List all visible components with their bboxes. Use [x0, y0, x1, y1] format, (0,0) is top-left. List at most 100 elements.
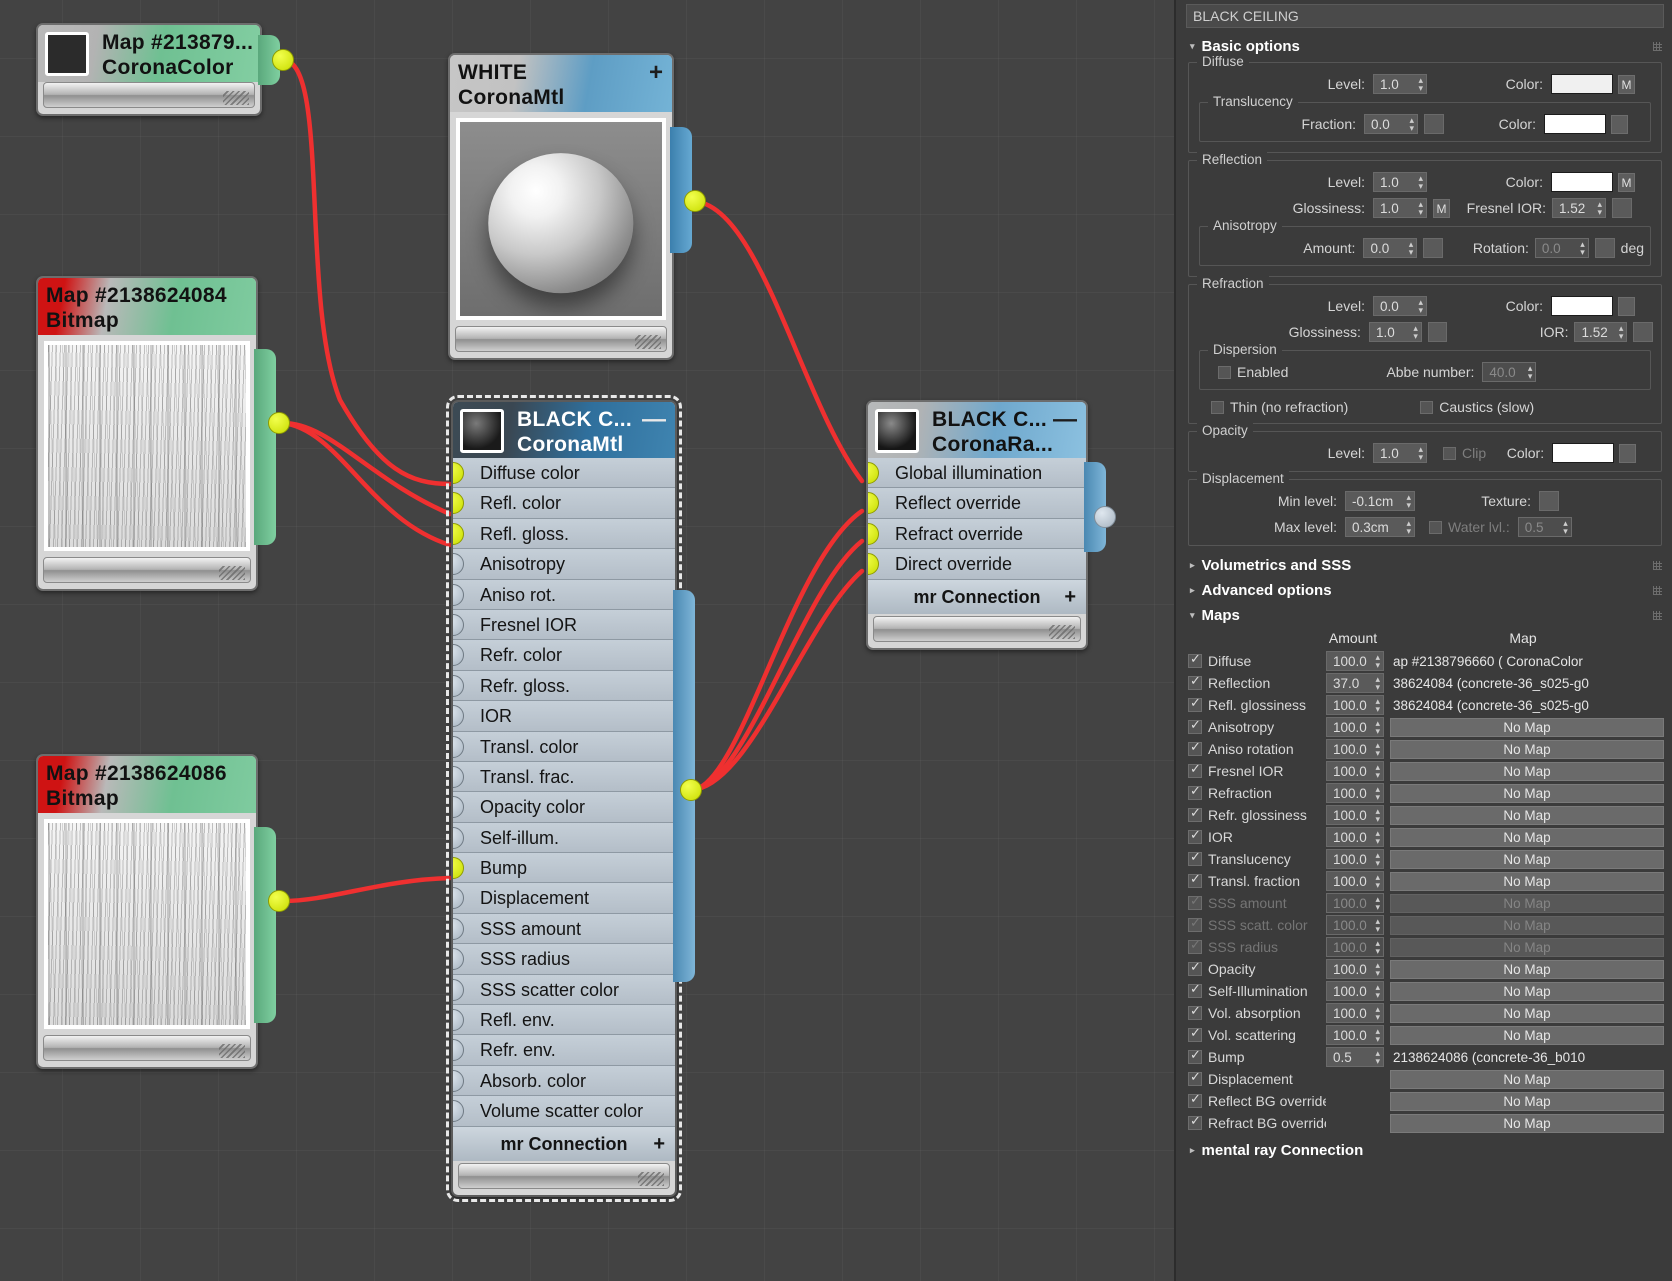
output-port-black-mtl[interactable] [680, 779, 702, 801]
diffuse-color-swatch[interactable] [1551, 74, 1613, 94]
checkbox-icon[interactable] [1211, 400, 1224, 414]
map-slot-button[interactable]: No Map [1390, 915, 1664, 935]
checkbox-icon[interactable] [1429, 520, 1442, 534]
map-amount-spinner[interactable]: 0.5 ▴ ▾ [1326, 1047, 1384, 1067]
opacity-map-button[interactable]: M [1619, 443, 1637, 463]
maps-row[interactable]: IOR 100.0 ▴▾ No Map [1188, 826, 1664, 848]
map-amount-spinner[interactable]: 100.0 ▴ ▾ [1326, 1025, 1384, 1045]
map-amount-cell[interactable]: 100.0 ▴ ▾ [1326, 893, 1384, 913]
port-row[interactable]: Transl. frac. [453, 761, 675, 793]
rollout-header[interactable]: ▸ Volumetrics and SSS [1186, 553, 1664, 578]
spinner-arrows-icon[interactable]: ▴ ▾ [1375, 763, 1380, 780]
checkbox-icon[interactable] [1420, 400, 1434, 414]
map-amount-cell[interactable]: 100.0 ▴ ▾ [1326, 1025, 1384, 1045]
spinner-arrows-icon[interactable]: ▴ ▾ [1375, 741, 1380, 758]
map-slot-button[interactable]: No Map [1390, 1113, 1664, 1133]
output-port-bitmap-b[interactable] [268, 890, 290, 912]
reflection-glossiness-spinner[interactable]: 1.0 ▴ ▾ [1373, 198, 1427, 218]
port-connector-empty[interactable] [453, 796, 464, 819]
spinner-arrows-icon[interactable]: ▴ ▾ [1418, 76, 1423, 93]
map-enable-checkbox[interactable] [1188, 805, 1202, 822]
spinner-arrows-icon[interactable]: ▴ ▾ [1375, 697, 1380, 714]
map-amount-cell[interactable]: 37.0 ▴ ▾ [1326, 673, 1384, 693]
map-enable-checkbox[interactable] [1188, 827, 1202, 844]
map-slot-button[interactable]: No Map [1390, 893, 1664, 913]
port-connector-empty[interactable] [453, 705, 464, 728]
port-row[interactable]: Self-illum. [453, 822, 675, 854]
spinner-arrows-icon[interactable]: ▴ ▾ [1418, 445, 1423, 462]
map-slot-button[interactable]: No Map [1390, 1091, 1664, 1111]
maps-row[interactable]: Refract BG override No Map [1188, 1112, 1664, 1134]
resize-grip-icon[interactable] [1049, 624, 1075, 639]
map-amount-spinner[interactable]: 100.0 ▴ ▾ [1326, 739, 1384, 759]
node-header[interactable]: BLACK C... CoronaRa... — [868, 402, 1086, 458]
spinner-arrows-icon[interactable]: ▴ ▾ [1375, 1049, 1380, 1066]
map-amount-cell[interactable]: 100.0 ▴ ▾ [1326, 761, 1384, 781]
translucency-color-swatch[interactable] [1544, 114, 1606, 134]
port-row[interactable]: Global illumination [868, 458, 1086, 489]
opacity-color-swatch[interactable] [1552, 443, 1615, 463]
map-slot-button[interactable]: No Map [1390, 981, 1664, 1001]
maps-row[interactable]: Self-Illumination 100.0 ▴▾ No Map [1188, 980, 1664, 1002]
port-row[interactable]: Refl. color [453, 488, 675, 519]
diffuse-map-button[interactable]: M [1618, 74, 1635, 94]
spinner-arrows-icon[interactable]: ▴ ▾ [1528, 364, 1533, 381]
port-row[interactable]: Refr. color [453, 640, 675, 671]
map-amount-cell[interactable]: 100.0 ▴ ▾ [1326, 981, 1384, 1001]
map-slot-button[interactable]: No Map [1390, 849, 1664, 869]
chevron-right-icon[interactable]: ▸ [1190, 1145, 1195, 1156]
port-row[interactable]: Absorb. color [453, 1065, 675, 1097]
spinner-arrows-icon[interactable]: ▴ ▾ [1375, 939, 1380, 956]
map-amount-spinner[interactable]: 37.0 ▴ ▾ [1326, 673, 1384, 693]
water-level-spinner[interactable]: 0.5 ▴ ▾ [1517, 517, 1572, 537]
map-amount-spinner[interactable]: 100.0 ▴ ▾ [1326, 783, 1384, 803]
resize-grip-icon[interactable] [219, 1044, 245, 1058]
mr-connection-expand-icon[interactable]: + [653, 1127, 665, 1161]
displacement-texture-slot[interactable] [1539, 491, 1559, 511]
maps-row[interactable]: SSS radius 100.0 ▴▾ No Map [1188, 936, 1664, 958]
resize-grip-icon[interactable] [223, 91, 249, 105]
anisotropy-amount-spinner[interactable]: 0.0 ▴ ▾ [1363, 238, 1418, 258]
collapse-button[interactable]: — [1053, 408, 1077, 432]
node-resize-footer[interactable] [458, 1162, 670, 1189]
anisotropy-rotation-spinner[interactable]: 0.0 ▴ ▾ [1534, 238, 1589, 258]
resize-grip-icon[interactable] [635, 335, 661, 349]
refraction-glossiness-spinner[interactable]: 1.0 ▴ ▾ [1368, 322, 1422, 342]
map-amount-spinner[interactable]: 100.0 ▴ ▾ [1326, 1003, 1384, 1023]
resize-grip-icon[interactable] [638, 1171, 664, 1186]
map-enable-checkbox[interactable] [1188, 893, 1202, 910]
spinner-arrows-icon[interactable]: ▴ ▾ [1375, 873, 1380, 890]
port-connector-empty[interactable] [453, 978, 464, 1001]
chevron-down-icon[interactable]: ▾ [1190, 610, 1195, 621]
port-connector-connected[interactable] [453, 522, 464, 545]
rollout-volumetrics-sss[interactable]: ▸ Volumetrics and SSS [1186, 553, 1664, 578]
map-slot-button[interactable]: No Map [1390, 717, 1664, 737]
rollout-mental-ray-connection[interactable]: ▸ mental ray Connection [1186, 1138, 1664, 1163]
port-row[interactable]: Refr. gloss. [453, 670, 675, 702]
maps-row[interactable]: Reflect BG override No Map [1188, 1090, 1664, 1112]
opacity-clip-checkbox[interactable]: Clip [1443, 445, 1486, 461]
node-resize-footer[interactable] [43, 82, 255, 108]
port-connector-empty[interactable] [453, 583, 464, 606]
port-connector-empty[interactable] [453, 765, 464, 788]
refraction-color-swatch[interactable] [1551, 296, 1613, 316]
map-slot-button[interactable]: 2138624086 (concrete-36_b010 [1390, 1047, 1664, 1067]
map-amount-spinner[interactable]: 100.0 ▴ ▾ [1326, 827, 1384, 847]
maps-row[interactable]: Displacement No Map [1188, 1068, 1664, 1090]
resize-grip-icon[interactable] [219, 566, 245, 580]
map-slot-button[interactable]: No Map [1390, 1069, 1664, 1089]
node-coronacolor[interactable]: Map #213879... CoronaColor [36, 23, 294, 116]
collapse-button[interactable]: — [642, 408, 666, 432]
port-row[interactable]: Aniso rot. [453, 579, 675, 610]
node-resize-footer[interactable] [455, 326, 667, 352]
reflection-color-swatch[interactable] [1551, 172, 1613, 192]
port-row[interactable]: SSS scatter color [453, 974, 675, 1006]
spinner-arrows-icon[interactable]: ▴ ▾ [1597, 200, 1602, 217]
maps-row[interactable]: SSS scatt. color 100.0 ▴▾ No Map [1188, 914, 1664, 936]
map-enable-checkbox[interactable] [1188, 981, 1202, 998]
rollout-basic-options[interactable]: ▾ Basic options Diffuse Level: 1.0 ▴ ▾ Co… [1186, 34, 1664, 546]
map-enable-checkbox[interactable] [1188, 1113, 1202, 1130]
maps-row[interactable]: Aniso rotation 100.0 ▴▾ No Map [1188, 738, 1664, 760]
mr-connection-row[interactable]: mr Connection + [453, 1126, 675, 1161]
map-amount-cell[interactable]: 100.0 ▴ ▾ [1326, 959, 1384, 979]
